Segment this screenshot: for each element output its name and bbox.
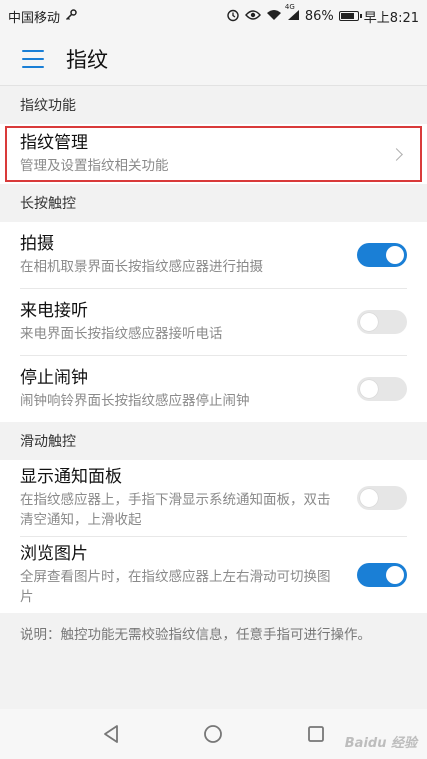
item-subtitle: 闹钟响铃界面长按指纹感应器停止闹钟 <box>20 393 250 409</box>
section-header-fingerprint-function: 指纹功能 <box>20 98 76 114</box>
section-header-swipe: 滑动触控 <box>20 434 76 450</box>
group-long-press: 拍摄 在相机取景界面长按指纹感应器进行拍摄 来电接听 来电界面长按指纹感应器接听… <box>0 222 427 422</box>
item-subtitle: 管理及设置指纹相关功能 <box>20 158 169 174</box>
item-texts: 拍摄 在相机取景界面长按指纹感应器进行拍摄 <box>20 233 357 277</box>
wifi-icon <box>266 9 282 23</box>
browse-pictures-item[interactable]: 浏览图片 全屏查看图片时，在指纹感应器上左右滑动可切换图片 <box>0 537 427 613</box>
eye-icon <box>244 9 261 23</box>
answer-call-toggle[interactable] <box>357 310 407 334</box>
item-title: 停止闹钟 <box>20 368 88 388</box>
watermark: Baidu 经验 <box>344 736 417 751</box>
home-icon[interactable] <box>201 722 225 746</box>
fingerprint-management-item[interactable]: 指纹管理 管理及设置指纹相关功能 <box>0 124 427 184</box>
menu-icon[interactable] <box>22 49 44 68</box>
chevron-right-icon <box>390 147 403 161</box>
status-bar: 中国移动 4G 86% 早上8:21 <box>0 0 427 32</box>
item-texts: 浏览图片 全屏查看图片时，在指纹感应器上左右滑动可切换图片 <box>20 543 357 607</box>
item-subtitle: 在指纹感应器上，手指下滑显示系统通知面板，双击清空通知，上滑收起 <box>20 492 331 528</box>
recents-icon[interactable] <box>304 722 328 746</box>
item-title: 来电接听 <box>20 301 88 321</box>
clock: 早上8:21 <box>363 10 419 26</box>
group-fingerprint-function: 指纹管理 管理及设置指纹相关功能 <box>0 124 427 184</box>
item-texts: 来电接听 来电界面长按指纹感应器接听电话 <box>20 300 357 344</box>
group-swipe: 显示通知面板 在指纹感应器上，手指下滑显示系统通知面板，双击清空通知，上滑收起 … <box>0 460 427 613</box>
stop-alarm-item[interactable]: 停止闹钟 闹钟响铃界面长按指纹感应器停止闹钟 <box>0 356 427 422</box>
status-bar-left: 中国移动 <box>8 7 77 26</box>
browse-pictures-toggle[interactable] <box>357 563 407 587</box>
show-notification-panel-toggle[interactable] <box>357 486 407 510</box>
section-header-long-press: 长按触控 <box>20 196 76 212</box>
item-title: 指纹管理 <box>20 133 88 153</box>
shoot-item[interactable]: 拍摄 在相机取景界面长按指纹感应器进行拍摄 <box>0 222 427 288</box>
item-title: 拍摄 <box>20 234 54 254</box>
item-subtitle: 来电界面长按指纹感应器接听电话 <box>20 326 223 342</box>
item-texts: 显示通知面板 在指纹感应器上，手指下滑显示系统通知面板，双击清空通知，上滑收起 <box>20 466 357 530</box>
item-title: 显示通知面板 <box>20 467 122 487</box>
item-subtitle: 全屏查看图片时，在指纹感应器上左右滑动可切换图片 <box>20 569 331 605</box>
alarm-icon <box>226 8 240 24</box>
item-title: 浏览图片 <box>20 544 88 564</box>
shoot-toggle[interactable] <box>357 243 407 267</box>
explanation-note: 说明：触控功能无需校验指纹信息，任意手指可进行操作。 <box>0 613 427 657</box>
back-icon[interactable] <box>99 722 123 746</box>
show-notification-panel-item[interactable]: 显示通知面板 在指纹感应器上，手指下滑显示系统通知面板，双击清空通知，上滑收起 <box>0 460 427 536</box>
item-subtitle: 在相机取景界面长按指纹感应器进行拍摄 <box>20 259 263 275</box>
key-icon <box>65 9 77 23</box>
app-bar: 指纹 <box>0 32 427 86</box>
page-title: 指纹 <box>66 47 108 72</box>
network-type-label: 4G <box>284 3 295 11</box>
status-bar-right: 4G 86% 早上8:21 <box>226 4 419 26</box>
item-texts: 停止闹钟 闹钟响铃界面长按指纹感应器停止闹钟 <box>20 367 357 411</box>
signal-icon: 4G <box>285 4 300 23</box>
battery-percent: 86% <box>304 8 334 24</box>
carrier-label: 中国移动 <box>8 10 61 26</box>
stop-alarm-toggle[interactable] <box>357 377 407 401</box>
item-texts: 指纹管理 管理及设置指纹相关功能 <box>20 132 392 176</box>
battery-icon <box>338 11 362 21</box>
battery-fill <box>340 13 355 19</box>
answer-call-item[interactable]: 来电接听 来电界面长按指纹感应器接听电话 <box>0 289 427 355</box>
